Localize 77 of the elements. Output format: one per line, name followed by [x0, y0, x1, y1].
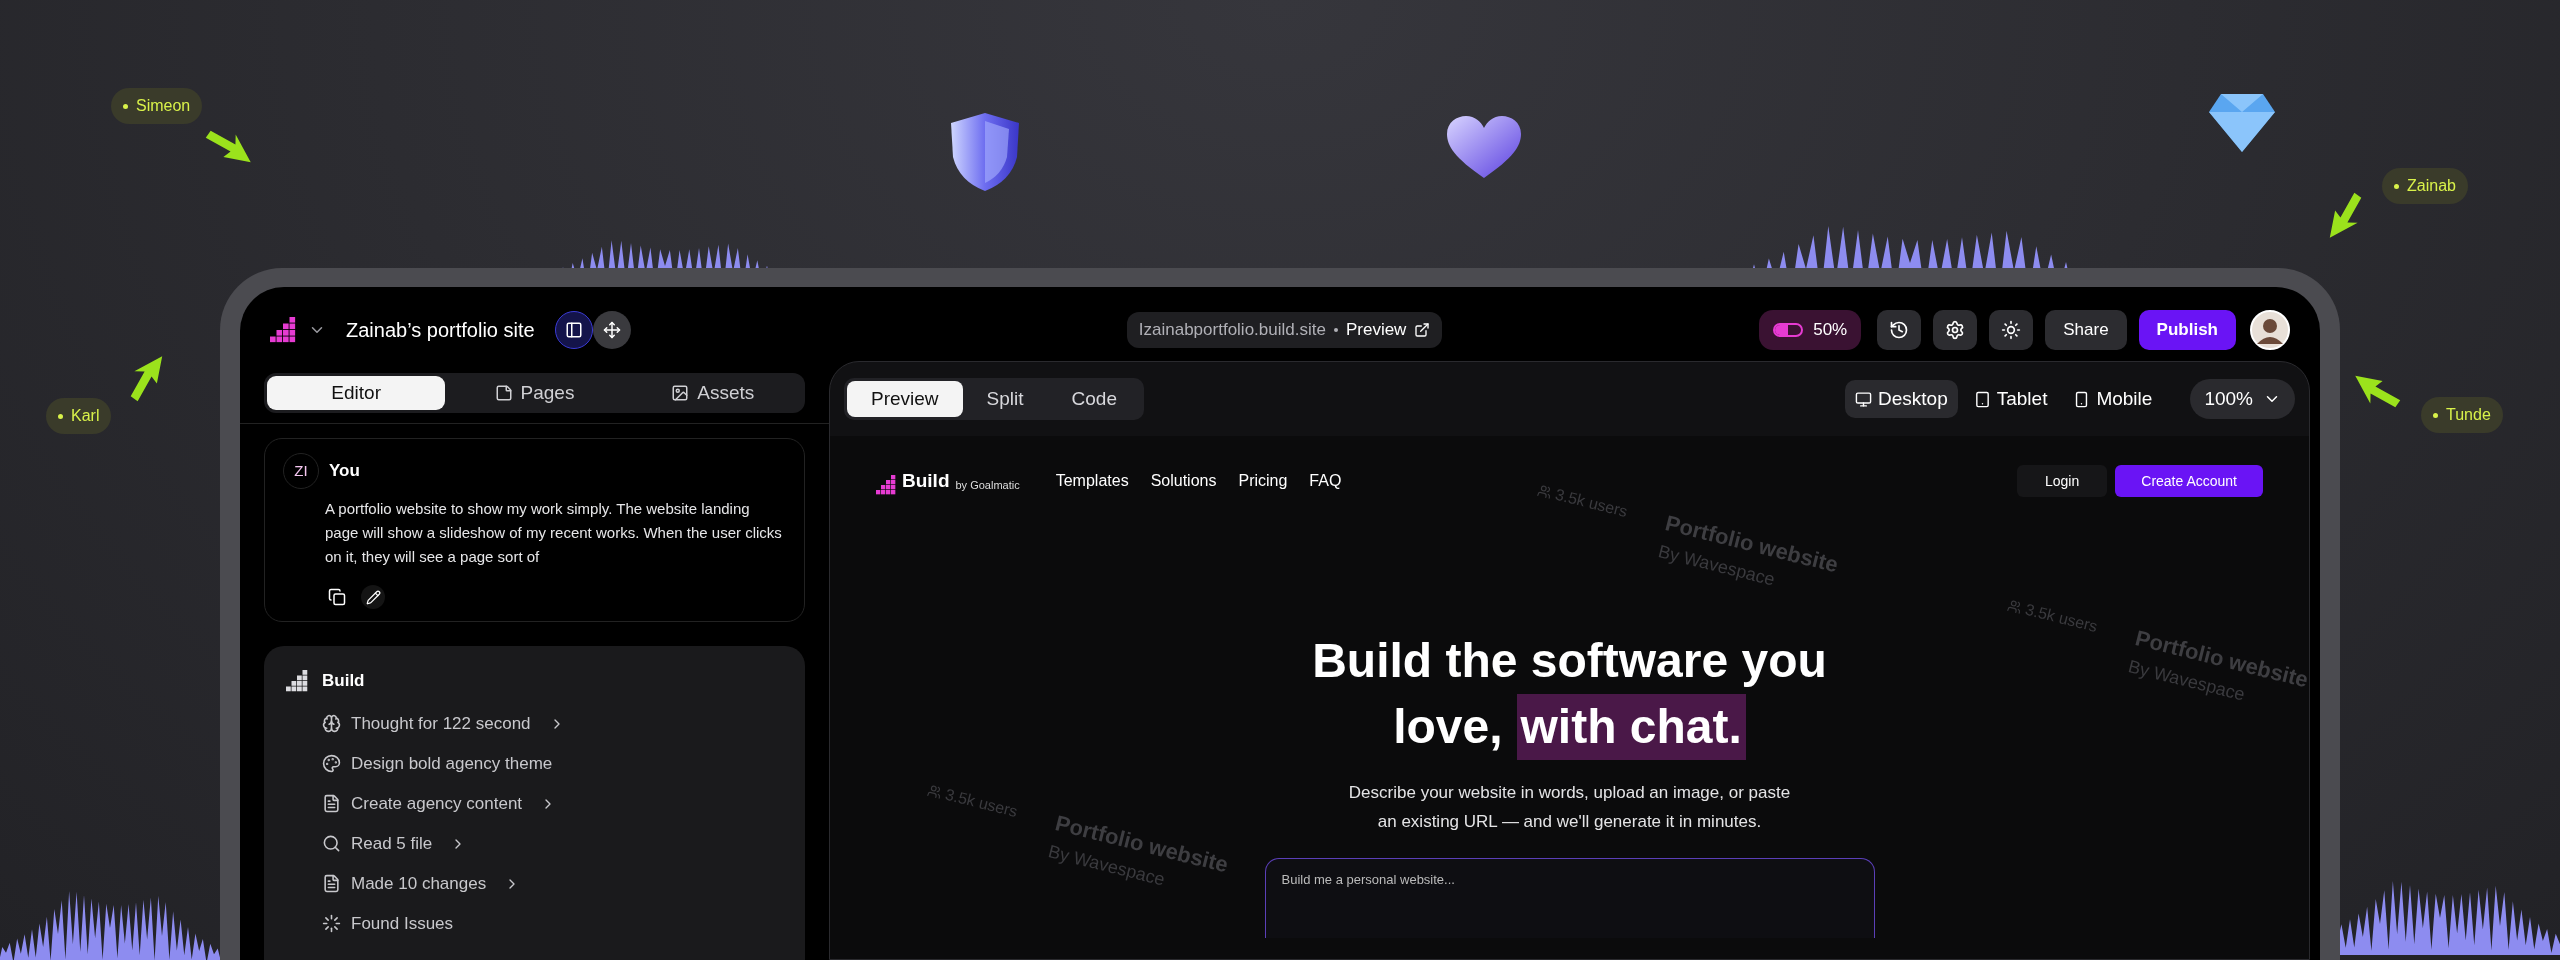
hero-title: Build the software you love, with chat.	[1312, 628, 1827, 760]
build-step[interactable]: Read 5 file	[322, 823, 467, 864]
site-nav-link[interactable]: Templates	[1055, 469, 1129, 493]
cursor-label: Zainab	[2382, 168, 2468, 204]
avatar[interactable]	[2250, 310, 2290, 350]
panel-tab[interactable]: Pages	[445, 376, 624, 410]
spinner-icon	[322, 914, 341, 933]
pencil-icon	[365, 589, 381, 605]
site-nav-link[interactable]: Pricing	[1238, 469, 1288, 493]
theme-button[interactable]	[1989, 310, 2034, 350]
settings-button[interactable]	[1933, 310, 1978, 350]
build-step[interactable]: Create agency content	[322, 783, 557, 824]
site-url[interactable]: Izainabportfolio.build.site	[1138, 317, 1326, 343]
cursor-label: Tunde	[2421, 397, 2503, 433]
cursor-label: Karl	[46, 398, 112, 434]
build-step[interactable]: Found Issues	[322, 903, 454, 944]
site-cta-button[interactable]: Create Account	[2115, 465, 2263, 497]
logo-icon	[270, 317, 296, 343]
history-icon	[1889, 320, 1910, 340]
credits-meter	[1773, 323, 1804, 337]
panel-icon	[564, 321, 583, 339]
diamond-icon	[2207, 92, 2277, 154]
build-icon	[286, 669, 308, 692]
hero-subtitle: Describe your website in words, upload an image, or paste an existing URL — and we'll generate it in minutes.	[1347, 782, 1792, 833]
prompt-field[interactable]: Build me a personal website...	[1264, 858, 1875, 938]
build-title: Build	[322, 670, 365, 692]
site-logo-icon	[876, 475, 896, 496]
device-option[interactable]: Mobile	[2063, 380, 2163, 418]
step-label: Design bold agency theme	[351, 752, 553, 775]
site-nav-link[interactable]: FAQ	[1309, 469, 1342, 493]
credits-reading: 50%	[1813, 319, 1848, 342]
step-label: Found Issues	[351, 912, 454, 935]
move-button[interactable]	[592, 311, 631, 349]
step-label: Thought for 122 second	[351, 712, 531, 735]
site-nav-link[interactable]: Solutions	[1150, 469, 1217, 493]
sidebar-toggle-button[interactable]	[554, 311, 593, 349]
image-icon	[671, 384, 690, 402]
panel-tab[interactable]: Assets	[623, 376, 802, 410]
copy-icon	[328, 588, 346, 606]
site-login-button[interactable]: Login	[2017, 465, 2108, 497]
build-step[interactable]: Thought for 122 second	[322, 703, 565, 744]
search-icon	[322, 834, 341, 853]
note-icon	[494, 384, 513, 402]
project-title: Zainab’s portfolio site	[346, 318, 535, 343]
history-button[interactable]	[1877, 310, 1922, 350]
external-link-icon	[1414, 322, 1431, 338]
preview-link[interactable]: Preview	[1345, 317, 1431, 343]
move-icon	[602, 321, 621, 339]
tablet-icon	[1973, 390, 1991, 408]
document-icon	[322, 874, 341, 893]
panel-tab[interactable]: Editor	[267, 376, 446, 410]
step-label: Read 5 file	[351, 832, 433, 855]
monitor-icon	[1855, 390, 1872, 408]
settings-icon	[1945, 320, 1966, 340]
message-author: You	[329, 460, 360, 483]
site-brand: Build	[902, 468, 950, 493]
document-icon	[322, 794, 341, 813]
build-step[interactable]: Design bold agency theme	[322, 743, 553, 784]
publish-button[interactable]: Publish	[2138, 310, 2236, 350]
site-brand-sub: by Goalmatic	[955, 477, 1020, 493]
view-mode-tab[interactable]: Split	[962, 381, 1048, 417]
view-mode-tab[interactable]: Code	[1047, 381, 1141, 417]
cursor-label: Simeon	[111, 88, 203, 124]
sun-icon	[2001, 320, 2022, 340]
heart-icon	[1445, 114, 1523, 180]
view-mode-tab[interactable]: Preview	[847, 381, 963, 417]
build-step[interactable]: Made 10 changes	[322, 863, 521, 904]
brain-icon	[322, 714, 341, 733]
device-option[interactable]: Desktop	[1845, 380, 1958, 418]
step-label: Made 10 changes	[351, 872, 487, 895]
message-text: A portfolio website to show my work simply. The website landing page will show a slideshow of my recent works. When the user clicks on it, they will see a page sort of	[325, 499, 783, 567]
zoom-dropdown[interactable]: 100%	[2190, 379, 2295, 419]
share-button[interactable]: Share	[2045, 310, 2127, 350]
device-option[interactable]: Tablet	[1963, 380, 2058, 418]
step-label: Create agency content	[351, 792, 523, 815]
palette-icon	[322, 754, 341, 773]
edit-button[interactable]	[361, 585, 385, 609]
